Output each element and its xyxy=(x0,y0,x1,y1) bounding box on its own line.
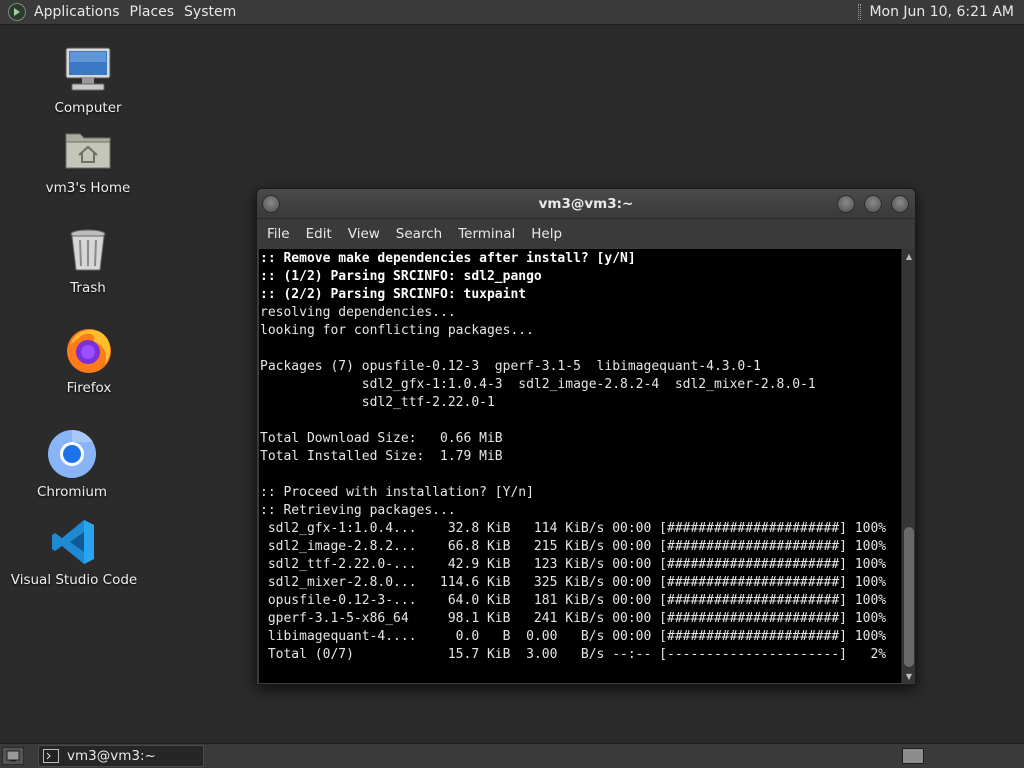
terminal-line: Total Installed Size: 1.79 MiB xyxy=(260,449,503,464)
trash-icon xyxy=(62,224,114,276)
terminal-scrollbar[interactable]: ▲ ▼ xyxy=(901,249,915,683)
show-desktop-icon[interactable] xyxy=(2,747,24,765)
desktop-icon-chromium[interactable]: Chromium xyxy=(2,428,142,500)
desktop-icon-label: Chromium xyxy=(36,484,108,500)
desktop-icon-computer[interactable]: Computer xyxy=(18,44,158,116)
terminal-line: sdl2_gfx-1:1.0.4-3 sdl2_image-2.8.2-4 sd… xyxy=(260,377,816,392)
terminal-line: :: Retrieving packages... xyxy=(260,503,456,518)
terminal-window[interactable]: vm3@vm3:~ File Edit View Search Terminal… xyxy=(256,188,916,685)
scroll-up-icon[interactable]: ▲ xyxy=(902,249,915,263)
vscode-icon xyxy=(48,516,100,568)
system-menu[interactable]: System xyxy=(182,4,244,20)
scrollbar-thumb[interactable] xyxy=(904,527,914,667)
top-panel-right: Mon Jun 10, 6:21 AM xyxy=(858,4,1024,20)
menu-view[interactable]: View xyxy=(340,226,388,242)
terminal-line: Total Download Size: 0.66 MiB xyxy=(260,431,503,446)
terminal-line: Total (0/7) 15.7 KiB 3.00 B/s --:-- [---… xyxy=(260,647,887,662)
terminal-line: Packages (7) opusfile-0.12-3 gperf-3.1-5… xyxy=(260,359,761,374)
terminal-line: sdl2_image-2.8.2... 66.8 KiB 215 KiB/s 0… xyxy=(260,539,887,554)
desktop-icon-label: vm3's Home xyxy=(45,180,131,196)
menu-search[interactable]: Search xyxy=(388,226,450,242)
scroll-down-icon[interactable]: ▼ xyxy=(902,669,915,683)
desktop-icon-label: Firefox xyxy=(66,380,112,396)
clock[interactable]: Mon Jun 10, 6:21 AM xyxy=(869,4,1014,20)
minimize-button[interactable] xyxy=(837,195,855,213)
maximize-button[interactable] xyxy=(864,195,882,213)
close-button[interactable] xyxy=(891,195,909,213)
terminal-line: sdl2_mixer-2.8.0... 114.6 KiB 325 KiB/s … xyxy=(260,575,887,590)
terminal-icon xyxy=(43,749,59,763)
terminal-line: libimagequant-4.... 0.0 B 0.00 B/s 00:00… xyxy=(260,629,887,644)
taskbar-item-terminal[interactable]: vm3@vm3:~ xyxy=(38,745,204,767)
desktop-icon-firefox[interactable]: Firefox xyxy=(19,324,159,396)
home-folder-icon xyxy=(62,124,114,176)
terminal-text: :: Remove make dependencies after instal… xyxy=(259,249,901,664)
terminal-line: gperf-3.1-5-x86_64 98.1 KiB 241 KiB/s 00… xyxy=(260,611,887,626)
bottom-panel: vm3@vm3:~ xyxy=(0,743,1024,768)
desktop-icon-label: Computer xyxy=(54,100,122,116)
menu-help[interactable]: Help xyxy=(523,226,570,242)
terminal-line: :: (2/2) Parsing SRCINFO: tuxpaint xyxy=(260,287,527,302)
firefox-icon xyxy=(63,324,115,376)
chromium-icon xyxy=(46,428,98,480)
terminal-output[interactable]: :: Remove make dependencies after instal… xyxy=(259,249,901,683)
window-menu-button[interactable] xyxy=(262,195,280,213)
distro-logo-icon[interactable] xyxy=(8,3,26,21)
terminal-line: sdl2_ttf-2.22.0-1 xyxy=(260,395,495,410)
window-title: vm3@vm3:~ xyxy=(538,195,634,212)
menu-terminal[interactable]: Terminal xyxy=(450,226,523,242)
terminal-line: sdl2_gfx-1:1.0.4... 32.8 KiB 114 KiB/s 0… xyxy=(260,521,887,536)
terminal-line: opusfile-0.12-3-... 64.0 KiB 181 KiB/s 0… xyxy=(260,593,887,608)
window-titlebar[interactable]: vm3@vm3:~ xyxy=(257,189,915,219)
places-menu[interactable]: Places xyxy=(128,4,183,20)
terminal-line: :: (1/2) Parsing SRCINFO: sdl2_pango xyxy=(260,269,542,284)
terminal-menubar: File Edit View Search Terminal Help xyxy=(257,219,915,248)
terminal-line: :: Proceed with installation? [Y/n] xyxy=(260,485,534,500)
taskbar-item-label: vm3@vm3:~ xyxy=(67,748,156,764)
desktop-icon-label: Visual Studio Code xyxy=(10,572,138,588)
menu-file[interactable]: File xyxy=(259,226,298,242)
top-panel: Applications Places System Mon Jun 10, 6… xyxy=(0,0,1024,25)
panel-grip-icon[interactable] xyxy=(858,4,862,20)
computer-icon xyxy=(62,44,114,96)
applications-menu[interactable]: Applications xyxy=(32,4,128,20)
desktop-icon-trash[interactable]: Trash xyxy=(18,224,158,296)
terminal-line: resolving dependencies... xyxy=(260,305,456,320)
terminal-line: :: Remove make dependencies after instal… xyxy=(260,251,636,266)
workspace-switcher[interactable] xyxy=(902,748,924,764)
window-controls xyxy=(837,195,909,213)
desktop-icon-label: Trash xyxy=(70,280,106,296)
menu-edit[interactable]: Edit xyxy=(298,226,340,242)
desktop-icon-vscode[interactable]: Visual Studio Code xyxy=(4,516,144,588)
terminal-line: sdl2_ttf-2.22.0-... 42.9 KiB 123 KiB/s 0… xyxy=(260,557,887,572)
terminal-line: looking for conflicting packages... xyxy=(260,323,534,338)
desktop-icon-home[interactable]: vm3's Home xyxy=(18,124,158,196)
